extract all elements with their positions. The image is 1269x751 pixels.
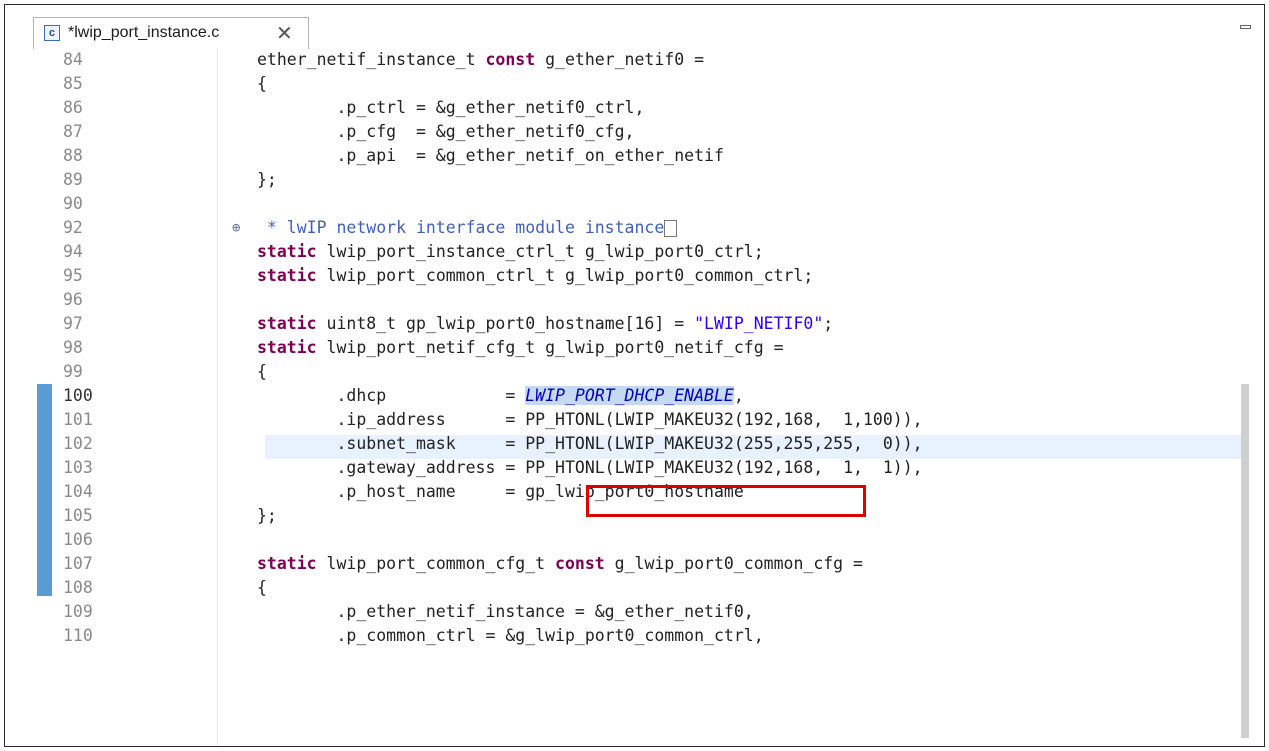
line-number: 89	[63, 170, 83, 189]
line-number: 97	[63, 314, 83, 333]
editor-window: c *lwip_port_instance.c ✕ 84 85 86 87 88 89 90…	[4, 4, 1265, 747]
code-line[interactable]: ⊕ * lwIP network interface module instan…	[232, 216, 923, 240]
line-number: 106	[63, 530, 93, 549]
line-number: 86	[63, 98, 83, 117]
code-line[interactable]: static lwip_port_instance_ctrl_t g_lwip_…	[257, 240, 923, 264]
minimize-icon[interactable]	[1240, 25, 1251, 29]
line-number: 96	[63, 290, 83, 309]
line-number: 90	[63, 194, 83, 213]
code-line[interactable]: static uint8_t gp_lwip_port0_hostname[16…	[257, 312, 923, 336]
line-number: 103	[63, 458, 93, 477]
code-editor[interactable]: 84 85 86 87 88 89 90 92 94 95 96 97 98 99 100 101 102 103…	[5, 48, 1264, 746]
code-line[interactable]	[257, 528, 923, 552]
line-number: 101	[63, 410, 93, 429]
code-line[interactable]: static lwip_port_common_ctrl_t g_lwip_po…	[257, 264, 923, 288]
code-line[interactable]: .p_api = &g_ether_netif_on_ether_netif	[257, 144, 923, 168]
code-line[interactable]: .p_ctrl = &g_ether_netif0_ctrl,	[257, 96, 923, 120]
code-line[interactable]: {	[257, 72, 923, 96]
line-number: 102	[63, 434, 93, 453]
code-line[interactable]: static lwip_port_netif_cfg_t g_lwip_port…	[257, 336, 923, 360]
code-line[interactable]: .gateway_address = PP_HTONL(LWIP_MAKEU32…	[257, 456, 922, 480]
line-number: 100	[63, 386, 93, 405]
line-number: 107	[63, 554, 93, 573]
annotation-highlight-box	[586, 485, 866, 517]
line-number: 105	[63, 506, 93, 525]
line-number: 108	[63, 578, 93, 597]
code-line[interactable]: .p_ether_netif_instance = &g_ether_netif…	[257, 600, 923, 624]
code-line[interactable]: };	[257, 168, 923, 192]
line-number: 110	[63, 626, 93, 645]
code-line[interactable]: static lwip_port_common_cfg_t const g_lw…	[257, 552, 923, 576]
line-number: 99	[63, 362, 83, 381]
vertical-scrollbar[interactable]	[1241, 384, 1249, 738]
code-line[interactable]: ether_netif_instance_t const g_ether_net…	[257, 48, 923, 72]
c-file-icon: c	[44, 25, 60, 41]
line-number: 85	[63, 74, 83, 93]
change-bar	[37, 384, 52, 596]
code-line[interactable]	[257, 192, 923, 216]
line-number: 84	[63, 50, 83, 69]
line-number: 104	[63, 482, 93, 501]
line-number: 98	[63, 338, 83, 357]
line-number: 109	[63, 602, 93, 621]
code-line[interactable]: .ip_address = PP_HTONL(LWIP_MAKEU32(192,…	[257, 408, 922, 432]
code-line[interactable]: {	[257, 360, 923, 384]
code-text[interactable]: ether_netif_instance_t const g_ether_net…	[232, 48, 923, 648]
code-line[interactable]: .dhcp = LWIP_PORT_DHCP_ENABLE,	[257, 384, 923, 408]
line-number: 95	[63, 266, 83, 285]
code-line[interactable]	[257, 288, 923, 312]
line-number: 87	[63, 122, 83, 141]
code-line[interactable]: {	[257, 576, 923, 600]
tab-bar: c *lwip_port_instance.c ✕	[5, 5, 1264, 49]
editor-tab[interactable]: c *lwip_port_instance.c ✕	[33, 17, 309, 49]
tab-title: *lwip_port_instance.c	[68, 24, 220, 41]
code-line[interactable]: .subnet_mask = PP_HTONL(LWIP_MAKEU32(255…	[257, 432, 922, 456]
code-line[interactable]: .p_cfg = &g_ether_netif0_cfg,	[257, 120, 923, 144]
code-line[interactable]: .p_common_ctrl = &g_lwip_port0_common_ct…	[257, 624, 923, 648]
line-number: 94	[63, 242, 83, 261]
line-numbers: 84 85 86 87 88 89 90 92 94 95 96 97 98 99 100 101 102 103…	[63, 48, 123, 648]
close-icon[interactable]: ✕	[276, 21, 293, 46]
fold-ruler	[217, 48, 218, 746]
expand-icon[interactable]: ⊕	[232, 216, 240, 240]
line-number: 92	[63, 218, 83, 237]
line-number: 88	[63, 146, 83, 165]
